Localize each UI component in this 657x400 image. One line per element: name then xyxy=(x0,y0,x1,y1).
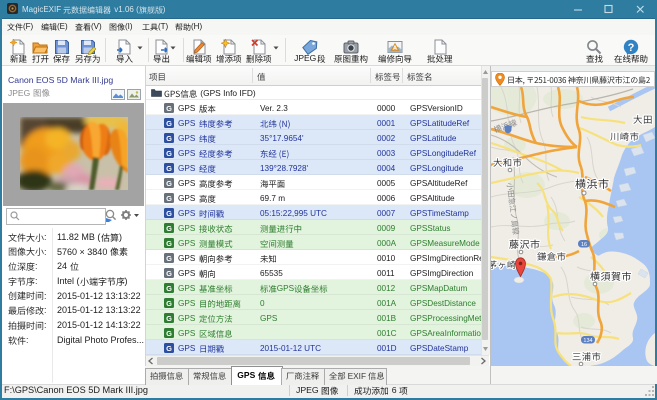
svg-text:G: G xyxy=(166,313,172,322)
svg-text:G: G xyxy=(166,193,172,202)
svg-text:G: G xyxy=(166,208,172,217)
svg-text:G: G xyxy=(166,328,172,337)
svg-text:A: A xyxy=(393,46,397,52)
svg-text:G: G xyxy=(166,223,172,232)
svg-text:G: G xyxy=(166,133,172,142)
svg-text:G: G xyxy=(166,103,172,112)
svg-text:16: 16 xyxy=(581,242,587,248)
svg-text:G: G xyxy=(166,148,172,157)
svg-text:G: G xyxy=(166,283,172,292)
svg-text:G: G xyxy=(166,238,172,247)
svg-text:?: ? xyxy=(628,42,635,54)
svg-text:G: G xyxy=(166,118,172,127)
svg-text:G: G xyxy=(166,178,172,187)
svg-text:G: G xyxy=(166,253,172,262)
svg-text:G: G xyxy=(166,268,172,277)
svg-text:G: G xyxy=(166,163,172,172)
svg-text:134: 134 xyxy=(583,338,592,344)
svg-text:G: G xyxy=(166,343,172,352)
svg-text:G: G xyxy=(166,298,172,307)
